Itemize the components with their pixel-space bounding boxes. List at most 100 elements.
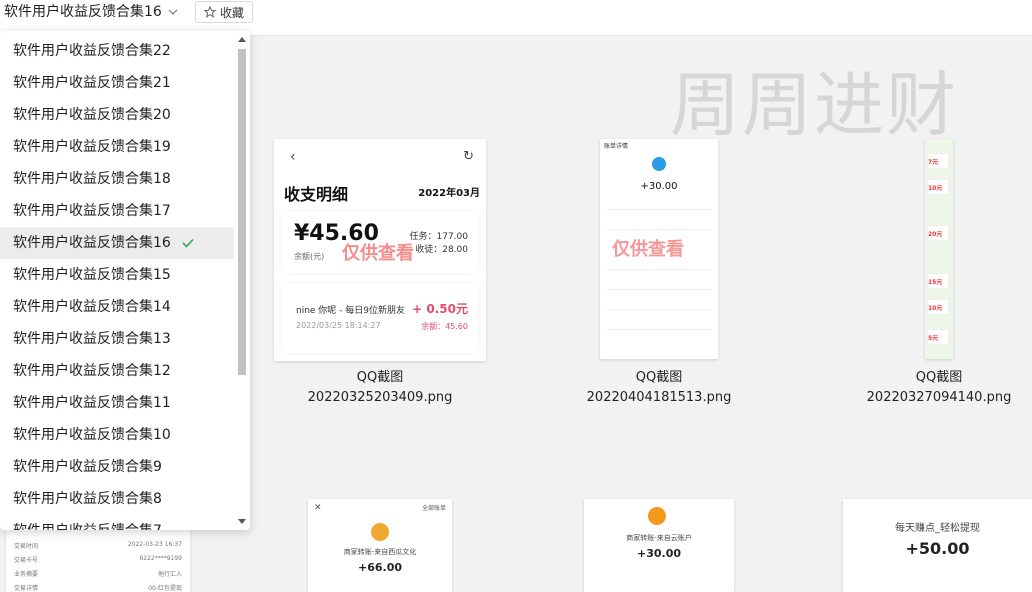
scroll-down-icon[interactable] <box>238 519 246 524</box>
bill-subtitle: 商家转账-来自云账户 <box>626 534 692 542</box>
amount-label: 15元 <box>928 279 943 286</box>
file-thumbnail[interactable]: ‹ ↻ 收支明细 2022年03月 ¥45.60 余额(元) 任务：177.00… <box>274 139 486 361</box>
folder-option[interactable]: 软件用户收益反馈合集11 <box>0 387 234 419</box>
file-name-line1: QQ截图 <box>635 370 683 385</box>
transaction-time: 2022/03/25 18:14:27 <box>296 321 381 330</box>
file-thumbnail[interactable]: 商家转账-来自云账户 +30.00 <box>584 499 734 592</box>
favorite-button[interactable]: 收藏 <box>195 1 254 23</box>
folder-selector[interactable]: 软件用户收益反馈合集16 <box>4 2 178 22</box>
file-thumbnail[interactable]: 账单详情 +30.00 仅供查看 <box>600 139 718 359</box>
folder-option[interactable]: 软件用户收益反馈合集8 <box>0 483 234 515</box>
detail-value: 6222****9199 <box>139 555 182 562</box>
file-name-line2: 20220325203409.png <box>307 390 453 405</box>
file-thumbnail[interactable]: 交易时间 2022-03-23 16:37 交易卡号 6222****9199 … <box>6 527 190 592</box>
folder-option[interactable]: 软件用户收益反馈合集13 <box>0 323 234 355</box>
transaction-amount: + 0.50元 <box>412 302 468 316</box>
amount-label: 10元 <box>928 185 943 192</box>
folder-option-label: 软件用户收益反馈合集13 <box>13 331 171 347</box>
folder-option-label: 软件用户收益反馈合集8 <box>13 491 162 507</box>
transaction-title: nine 你呢 - 每日9位新朋友 <box>296 306 406 316</box>
folder-option-label: 软件用户收益反馈合集16 <box>13 235 171 251</box>
bill-amount: +30.00 <box>636 547 681 560</box>
folder-option[interactable]: 软件用户收益反馈合集14 <box>0 291 234 323</box>
detail-value: 00-红包提现 <box>148 585 182 592</box>
folder-option-label: 软件用户收益反馈合集20 <box>13 107 171 123</box>
transaction-row: nine 你呢 - 每日9位新朋友 2022/03/25 18:14:27 + … <box>282 283 478 353</box>
folder-option[interactable]: 软件用户收益反馈合集10 <box>0 419 234 451</box>
folder-option-label: 软件用户收益反馈合集10 <box>13 427 171 443</box>
bill-subtitle: 商家转账-来自西瓜文化 <box>343 548 417 556</box>
folder-option[interactable]: 软件用户收益反馈合集19 <box>0 131 234 163</box>
file-caption[interactable]: QQ截图 20220404181513.png <box>559 368 759 408</box>
bill-title: 账单详情 <box>604 143 629 150</box>
close-icon: ✕ <box>314 503 322 513</box>
scrollbar-thumb[interactable] <box>238 49 246 375</box>
bill-header: 全部账单 <box>421 505 446 512</box>
amount-label: 7元 <box>928 159 939 166</box>
folder-option[interactable]: 软件用户收益反馈合集21 <box>0 67 234 99</box>
folder-option-label: 软件用户收益反馈合集21 <box>13 75 171 91</box>
folder-option[interactable]: 软件用户收益反馈合集22 <box>0 35 234 67</box>
folder-option[interactable]: 软件用户收益反馈合集9 <box>0 451 234 483</box>
transaction-balance: 余额：45.60 <box>421 322 468 331</box>
folder-option[interactable]: 软件用户收益反馈合集18 <box>0 163 234 195</box>
dropdown-scrollbar[interactable] <box>236 35 248 526</box>
folder-option-selected[interactable]: 软件用户收益反馈合集16 <box>0 227 234 259</box>
task-income: 任务：177.00 收徒：28.00 <box>410 231 469 257</box>
task-value: 任务：177.00 <box>409 232 469 242</box>
folder-option-label: 软件用户收益反馈合集9 <box>13 459 162 475</box>
bill-amount: +50.00 <box>905 539 970 558</box>
folder-option-label: 软件用户收益反馈合集12 <box>13 363 171 379</box>
detail-label: 交易详情 <box>14 585 39 592</box>
folder-option[interactable]: 软件用户收益反馈合集12 <box>0 355 234 387</box>
detail-label: 交易时间 <box>14 543 39 550</box>
folder-title: 软件用户收益反馈合集16 <box>4 4 162 20</box>
folder-option[interactable]: 软件用户收益反馈合集17 <box>0 195 234 227</box>
amount-label: 10元 <box>928 305 943 312</box>
detail-value: 他行汇入 <box>157 571 182 578</box>
folder-option-label: 软件用户收益反馈合集11 <box>13 395 171 411</box>
bill-subtitle: 每天赚点_轻松提现 <box>895 523 980 534</box>
divider <box>606 329 712 330</box>
check-icon <box>182 238 194 248</box>
folder-option-label: 软件用户收益反馈合集15 <box>13 267 171 283</box>
folder-option[interactable]: 软件用户收益反馈合集20 <box>0 99 234 131</box>
detail-label: 交易卡号 <box>14 557 39 564</box>
file-thumbnail[interactable]: ✕ 全部账单 商家转账-来自西瓜文化 +66.00 <box>308 499 452 592</box>
file-name-line2: 20220404181513.png <box>586 390 732 405</box>
divider <box>606 289 712 290</box>
divider <box>606 209 712 210</box>
file-name-line2: 20220327094140.png <box>866 390 1012 405</box>
scroll-up-icon[interactable] <box>238 37 246 42</box>
divider <box>606 309 712 310</box>
amount-label: 5元 <box>928 335 939 342</box>
avatar <box>652 157 666 171</box>
file-name-line1: QQ截图 <box>356 370 404 385</box>
divider <box>606 269 712 270</box>
balance-label: 余额(元) <box>294 252 325 261</box>
file-caption[interactable]: QQ截图 20220325203409.png <box>279 368 481 408</box>
folder-option-label: 软件用户收益反馈合集22 <box>13 43 171 59</box>
folder-option[interactable]: 软件用户收益反馈合集15 <box>0 259 234 291</box>
folder-option-label: 软件用户收益反馈合集19 <box>13 139 171 155</box>
detail-value: 2022-03-23 16:37 <box>127 541 182 548</box>
view-only-stamp: 仅供查看 <box>342 243 414 264</box>
folder-option[interactable]: 软件用户收益反馈合集7 <box>0 515 234 530</box>
watermark-text: 周周进财 <box>670 64 958 146</box>
bill-amount: +66.00 <box>357 561 402 574</box>
merchant-logo <box>371 523 389 541</box>
file-caption[interactable]: QQ截图 20220327094140.png <box>839 368 1032 408</box>
folder-list: 软件用户收益反馈合集22 软件用户收益反馈合集21 软件用户收益反馈合集20 软… <box>0 35 234 530</box>
file-thumbnail[interactable]: 每天赚点_轻松提现 +50.00 <box>843 499 1032 592</box>
merchant-logo <box>648 507 666 525</box>
detail-label: 业务摘要 <box>14 571 39 578</box>
amount-label: 20元 <box>928 231 943 238</box>
folder-dropdown: 软件用户收益反馈合集22 软件用户收益反馈合集21 软件用户收益反馈合集20 软… <box>0 31 250 530</box>
income-value: 收徒：28.00 <box>415 245 468 255</box>
folder-option-label: 软件用户收益反馈合集7 <box>13 515 162 530</box>
file-thumbnail[interactable]: 7元 10元 20元 15元 10元 5元 <box>925 139 953 359</box>
balance-card: ¥45.60 余额(元) 任务：177.00 收徒：28.00 仅供查看 <box>282 211 478 273</box>
folder-option-label: 软件用户收益反馈合集17 <box>13 203 171 219</box>
folder-option-label: 软件用户收益反馈合集14 <box>13 299 171 315</box>
favorite-label: 收藏 <box>220 5 245 20</box>
